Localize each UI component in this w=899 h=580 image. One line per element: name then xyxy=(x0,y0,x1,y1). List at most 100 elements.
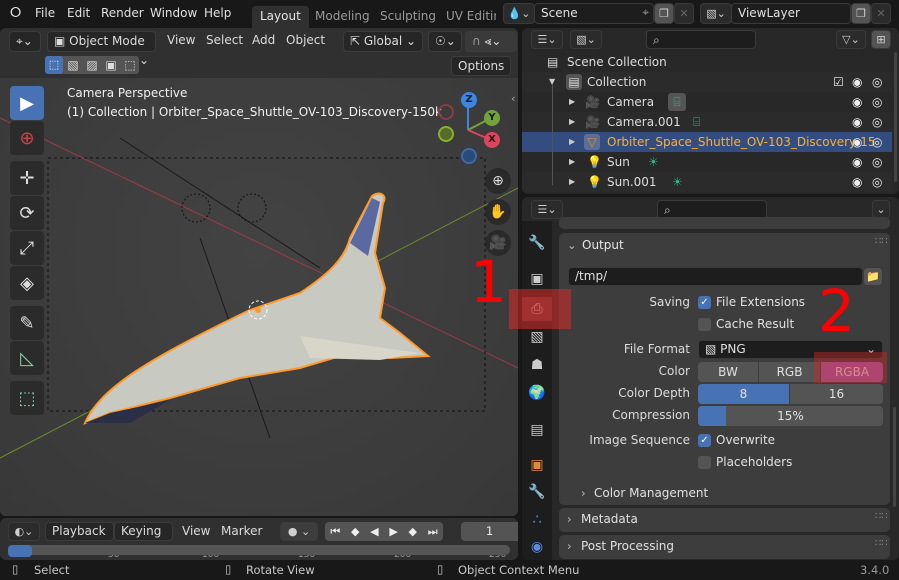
exclude-checkbox-icon[interactable]: ☑ xyxy=(833,72,844,92)
gizmo-y-axis[interactable]: Y xyxy=(484,110,500,126)
eye-icon[interactable]: ◉ xyxy=(852,92,862,112)
expand-right-icon[interactable]: ▶ xyxy=(569,92,575,112)
keying-dropdown[interactable]: Keying ⌄ xyxy=(114,522,173,555)
expand-right-icon[interactable]: ▶ xyxy=(569,112,575,132)
tab-modeling[interactable]: Modeling xyxy=(307,6,378,28)
menu-file[interactable]: File xyxy=(35,6,55,20)
outliner-row-sun-001[interactable]: ▶ 💡 Sun.001 ☀ ◉ ◎ xyxy=(522,172,892,192)
select-intersect-icon[interactable]: ⬚ xyxy=(121,56,139,74)
outliner-row-camera[interactable]: ▶ 🎥 Camera ⌸ ◉ ◎ xyxy=(522,92,892,112)
viewport-menu-view[interactable]: View xyxy=(161,31,201,52)
chevron-down-icon[interactable]: ⌄ xyxy=(567,238,577,252)
outliner-row-sun[interactable]: ▶ 💡 Sun ☀ ◉ ◎ xyxy=(522,152,892,172)
rotate-tool[interactable]: ⟳ xyxy=(10,196,44,230)
color-depth-16-option[interactable]: 16 xyxy=(790,384,883,404)
chevron-right-icon[interactable]: › xyxy=(581,486,586,500)
eye-icon[interactable]: ◉ xyxy=(852,72,862,92)
sidebar-toggle-icon[interactable]: ‹ xyxy=(511,92,515,105)
tab-scene[interactable]: ☗ xyxy=(522,353,552,377)
sun-icon[interactable]: ☀ xyxy=(648,152,659,172)
new-collection-button[interactable]: ⊞ xyxy=(871,30,891,49)
editor-type-button[interactable]: ⌖⌄ xyxy=(9,31,41,52)
eye-icon[interactable]: ◉ xyxy=(852,132,862,152)
view-layer-name-field[interactable]: ViewLayer xyxy=(731,3,851,24)
gizmo-x-axis[interactable]: X xyxy=(484,132,500,148)
tab-object[interactable]: ▣ xyxy=(522,453,552,477)
compression-slider[interactable]: 15% xyxy=(698,406,883,426)
playback-dropdown[interactable]: Playback ⌄ xyxy=(45,522,114,555)
overwrite-checkbox[interactable]: ✓ xyxy=(698,434,711,447)
tab-uv-editing[interactable]: UV Editing xyxy=(438,6,496,28)
browse-folder-button[interactable]: 📁 xyxy=(863,267,883,286)
scene-selector-button[interactable]: 💧⌄ xyxy=(503,3,535,24)
drag-handle-icon[interactable]: ∷∷ xyxy=(875,511,888,522)
cursor-tool[interactable]: ⊕ xyxy=(10,121,44,155)
viewport-menu-object[interactable]: Object xyxy=(280,31,331,52)
tab-collection[interactable]: ▤ xyxy=(522,418,552,442)
mode-dropdown[interactable]: ▣ Object Mode ⌄ xyxy=(47,31,156,67)
delete-scene-button[interactable]: ✕ xyxy=(674,3,694,24)
render-camera-icon[interactable]: ◎ xyxy=(872,172,882,192)
tab-render[interactable]: ▣ xyxy=(522,267,552,291)
play-icon[interactable]: ▶ xyxy=(389,522,397,541)
new-scene-button[interactable]: ❐ xyxy=(654,3,674,24)
menu-window[interactable]: Window xyxy=(150,6,197,20)
color-management-subpanel[interactable]: Color Management xyxy=(594,486,708,500)
menu-help[interactable]: Help xyxy=(204,6,231,20)
current-frame-field[interactable]: 1 xyxy=(461,522,518,541)
tab-particles[interactable]: ∴ xyxy=(522,508,552,532)
options-dropdown[interactable]: Options⌄ xyxy=(451,56,511,92)
transform-tool[interactable]: ◈ xyxy=(10,266,44,300)
properties-editor-type-button[interactable]: ☰⌄ xyxy=(531,200,563,219)
outliner-filter-button[interactable]: ▽⌄ xyxy=(836,30,866,49)
cache-result-checkbox[interactable] xyxy=(698,318,711,331)
pan-view-button[interactable]: ✋ xyxy=(485,199,511,225)
tab-world[interactable]: 🌍 xyxy=(522,381,552,405)
gizmo-neg-z-axis[interactable] xyxy=(461,148,477,164)
render-camera-icon[interactable]: ◎ xyxy=(872,132,882,152)
select-extend-icon[interactable]: ▧ xyxy=(64,56,82,74)
timeline-menu-marker[interactable]: Marker xyxy=(215,522,268,543)
delete-view-layer-button[interactable]: ✕ xyxy=(871,3,891,24)
camera-data-icon[interactable]: ⌸ xyxy=(693,112,700,132)
3d-viewport[interactable]: ⌖⌄ ▣ Object Mode ⌄ View Select Add Object… xyxy=(0,28,518,516)
outliner-row-scene-collection[interactable]: ▤ Scene Collection xyxy=(522,52,892,72)
file-extensions-checkbox[interactable]: ✓ xyxy=(698,296,711,309)
scale-tool[interactable]: ⤢ xyxy=(10,231,44,265)
select-subtract-icon[interactable]: ▨ xyxy=(83,56,101,74)
next-keyframe-icon[interactable]: ◆ xyxy=(409,522,417,541)
blender-logo-icon[interactable]: ⭘ xyxy=(10,5,21,21)
color-bw-option[interactable]: BW xyxy=(698,362,758,382)
select-new-icon[interactable]: ⬚ xyxy=(45,56,63,74)
expand-right-icon[interactable]: ▶ xyxy=(569,152,575,172)
file-extensions-label[interactable]: File Extensions xyxy=(716,295,805,309)
menu-edit[interactable]: Edit xyxy=(67,6,90,20)
transform-orientation-dropdown[interactable]: ⇱ Global ⌄ xyxy=(343,31,423,52)
tab-modifiers[interactable]: 🔧 xyxy=(522,480,552,504)
eye-icon[interactable]: ◉ xyxy=(852,112,862,132)
expand-right-icon[interactable]: ▶ xyxy=(569,132,575,152)
render-camera-icon[interactable]: ◎ xyxy=(872,92,882,112)
zoom-view-button[interactable]: ⊕ xyxy=(485,168,511,194)
outliner-row-camera-001[interactable]: ▶ 🎥 Camera.001 ⌸ ◉ ◎ xyxy=(522,112,892,132)
outliner-row-collection[interactable]: ▼ ▤ Collection ☑ ◉ ◎ xyxy=(522,72,892,92)
view-layer-selector-button[interactable]: ▧⌄ xyxy=(700,3,732,24)
placeholders-checkbox[interactable] xyxy=(698,456,711,469)
render-camera-icon[interactable]: ◎ xyxy=(872,152,882,172)
viewport-menu-add[interactable]: Add xyxy=(246,31,281,52)
drag-handle-icon[interactable]: ∷∷ xyxy=(875,538,888,549)
timeline-scrubber[interactable] xyxy=(8,545,510,555)
jump-end-icon[interactable]: ⏭ xyxy=(428,522,438,541)
outliner-row-shuttle[interactable]: ▶ ▽ Orbiter_Space_Shuttle_OV-103_Discove… xyxy=(522,132,892,152)
placeholders-label[interactable]: Placeholders xyxy=(716,455,792,469)
menu-render[interactable]: Render xyxy=(101,6,144,20)
measure-tool[interactable]: ◺ xyxy=(10,341,44,375)
tab-sculpting[interactable]: Sculpting xyxy=(372,6,444,28)
select-box-tool[interactable]: ▶ xyxy=(10,86,44,120)
gizmo-neg-y-axis[interactable] xyxy=(438,126,454,142)
cache-result-label[interactable]: Cache Result xyxy=(716,317,794,331)
add-cube-tool[interactable]: ⬚ xyxy=(10,381,44,415)
new-view-layer-button[interactable]: ❐ xyxy=(851,3,871,24)
output-panel-title[interactable]: Output xyxy=(582,238,624,252)
tab-layout[interactable]: Layout xyxy=(252,6,309,28)
